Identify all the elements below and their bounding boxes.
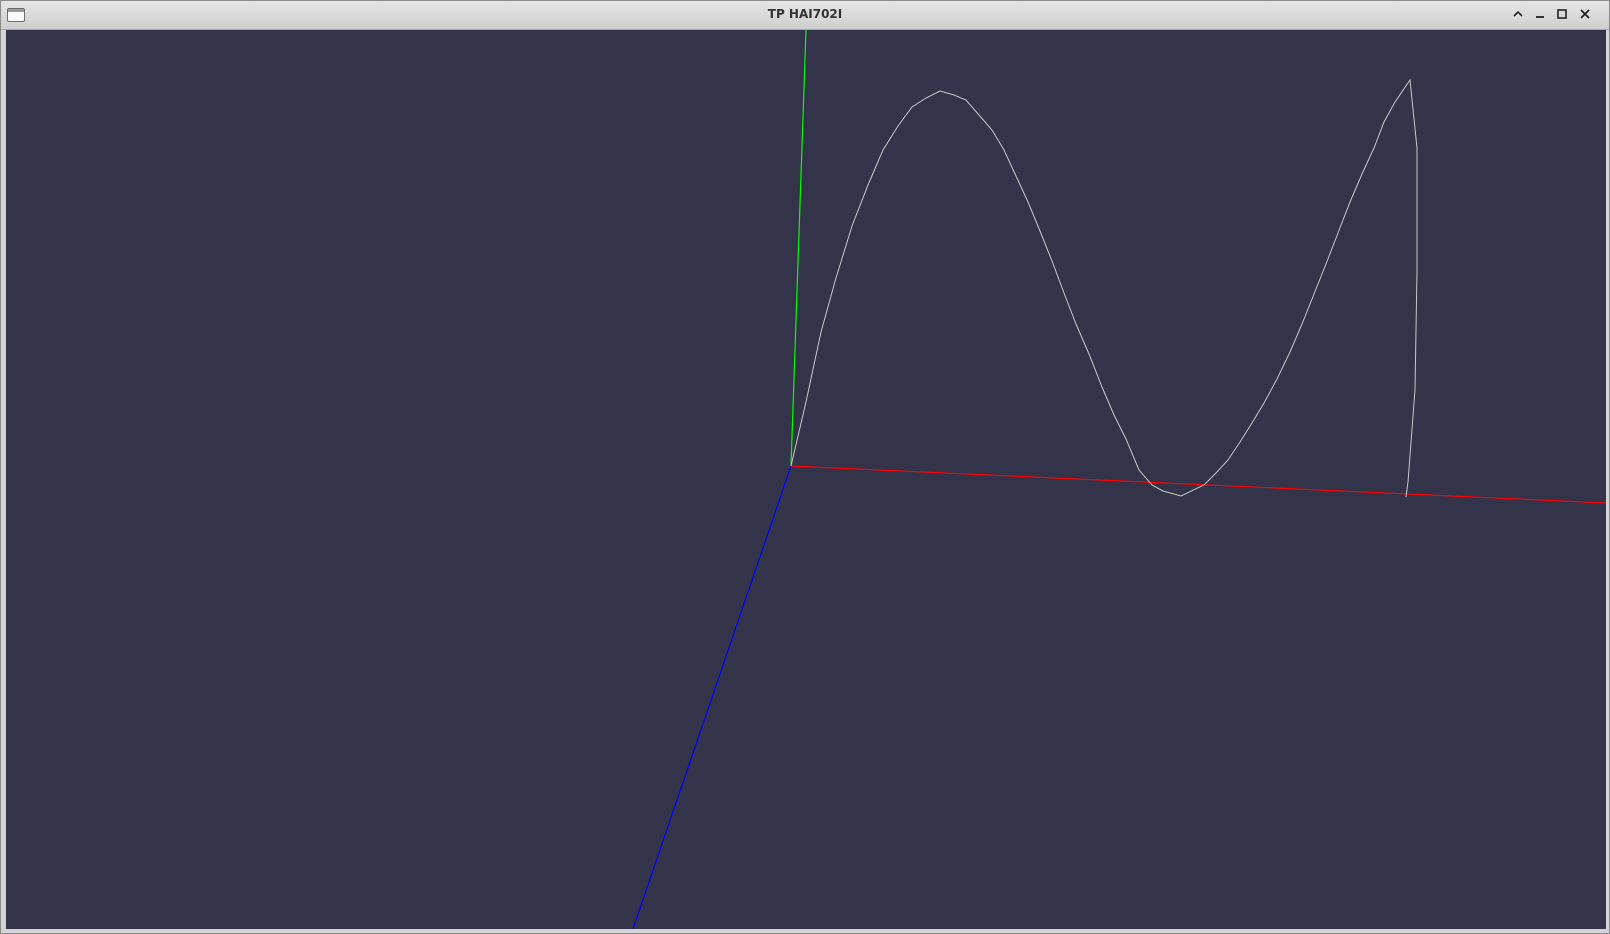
minimize-icon [1536,16,1544,18]
maximize-icon [1557,9,1567,19]
shade-button[interactable] [1510,6,1526,22]
opengl-viewport[interactable] [6,30,1606,929]
x-axis [790,465,1606,504]
maximize-button[interactable] [1554,6,1570,22]
window-title: TP HAI702I [767,7,843,21]
close-icon [1580,9,1590,19]
app-window: TP HAI702I [0,0,1610,934]
chevron-up-icon [1513,10,1523,17]
scene-canvas [632,30,1606,929]
title-bar[interactable]: TP HAI702I [1,1,1609,30]
minimize-button[interactable] [1532,6,1548,22]
curve [790,78,1418,498]
z-axis [632,465,792,929]
y-axis [790,30,807,467]
close-button[interactable] [1577,6,1593,22]
